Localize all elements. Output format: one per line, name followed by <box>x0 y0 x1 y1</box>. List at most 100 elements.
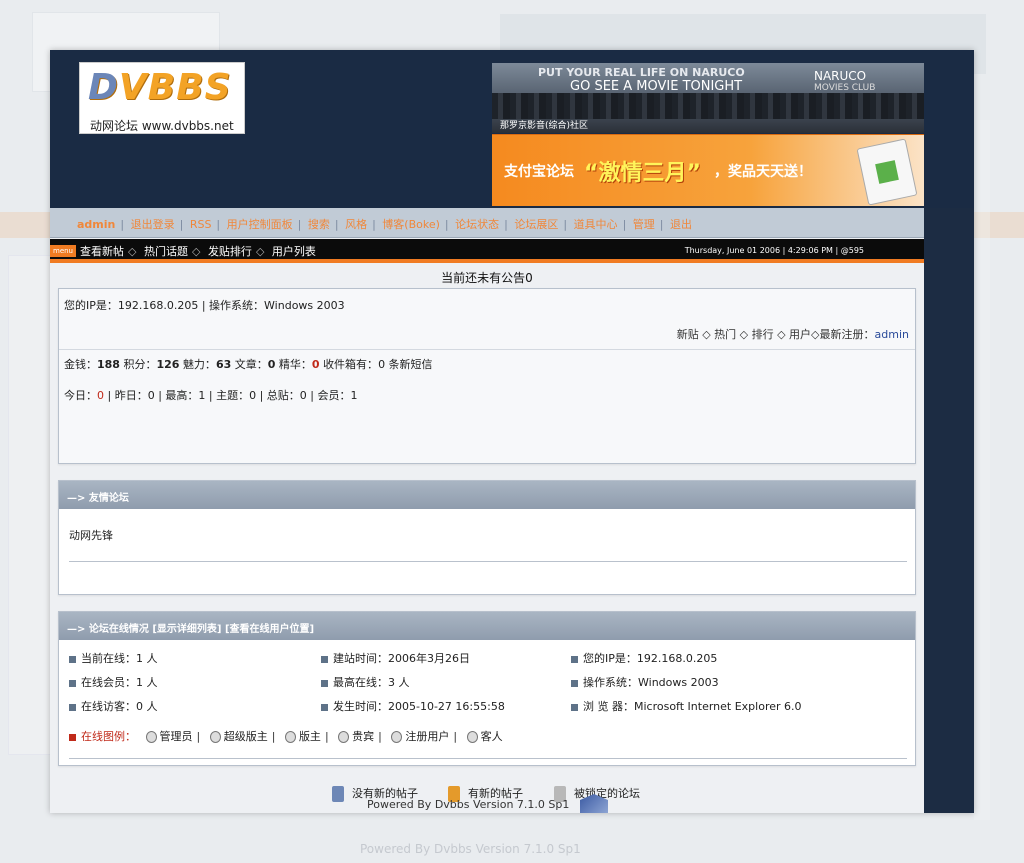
banner-naruco[interactable]: PUT YOUR REAL LIFE ON NARUCO GO SEE A MO… <box>492 63 924 133</box>
vip-icon <box>338 731 350 743</box>
visitor-browser: 浏 览 器：Microsoft Internet Explorer 6.0 <box>571 698 802 714</box>
charm-label: 魅力： <box>182 358 216 371</box>
today-count: 0 <box>97 389 104 402</box>
square-bullet-icon <box>321 679 328 687</box>
banner-alipay-title: “激情三月” <box>584 161 701 186</box>
quick-links-text[interactable]: 新贴 ◇ 热门 ◇ 排行 ◇ 用户◇最新注册： <box>677 328 875 341</box>
legend-registered: 注册用户 <box>405 730 450 743</box>
max-online: 最高在线：3 人 <box>321 674 410 690</box>
nav-control-panel[interactable]: 用户控制面板 <box>227 218 293 231</box>
banner-line1: PUT YOUR REAL LIFE ON NARUCO <box>538 66 745 79</box>
nav-forum-showcase[interactable]: 论坛展区 <box>514 218 558 231</box>
latest-user-link[interactable]: admin <box>875 328 909 341</box>
legend-guest: 客人 <box>480 730 503 743</box>
card-icon <box>856 138 918 206</box>
square-bullet-icon <box>321 703 328 711</box>
logo-caption: 动网论坛 www.dvbbs.net <box>90 119 234 133</box>
top-nav: admin | 退出登录 | RSS | 用户控制面板 | 搜索 | 风格 | 博客(Bok… <box>50 208 924 238</box>
points-label: 积分： <box>123 358 157 371</box>
nav-props-center[interactable]: 道具中心 <box>574 218 618 231</box>
link-user-list[interactable]: 用户列表 <box>272 245 316 258</box>
inbox-label[interactable]: 收件箱有： <box>323 358 378 371</box>
nav-admin[interactable]: admin <box>77 218 115 231</box>
banner-brand-sub: MOVIES CLUB <box>814 83 876 93</box>
right-margin <box>924 208 974 813</box>
banner-alipay-prize: ，奖品天天送！ <box>714 164 812 180</box>
square-bullet-icon <box>571 655 578 663</box>
background-right-ghost <box>974 120 990 820</box>
square-bullet-icon <box>69 733 76 741</box>
nav-exit[interactable]: 退出 <box>670 218 692 231</box>
nav-blog[interactable]: 博客(Boke) <box>382 218 440 231</box>
banner-alipay-forum: 支付宝论坛 <box>504 164 574 180</box>
square-bullet-icon <box>69 679 76 687</box>
background-left-ghost <box>8 255 52 755</box>
diamond-icon: ◇ <box>128 245 137 258</box>
background-footer-text: Powered By Dvbbs Version 7.1.0 Sp1 <box>360 842 581 856</box>
ip-info: 您的IP是：192.168.0.205 | 操作系统：Windows 2003 <box>64 299 345 312</box>
nav-search[interactable]: 搜索 <box>308 218 330 231</box>
banner-community: 那罗京影音(综合)社区 <box>500 121 589 131</box>
super-moderator-icon <box>209 731 221 743</box>
today-label: 今日： <box>64 389 97 402</box>
divider <box>69 758 907 759</box>
legend-vip: 贵宾 <box>352 730 375 743</box>
link-hot-topics[interactable]: 热门话题 <box>144 245 188 258</box>
legend-label: 在线图例： <box>81 730 136 743</box>
forum-stats-rest: | 昨日：0 | 最高：1 | 主题：0 | 总贴：0 | 会员：1 <box>104 389 358 402</box>
friend-links-title: —> 友情论坛 <box>59 481 915 509</box>
visitor-ip: 您的IP是：192.168.0.205 <box>571 650 717 666</box>
powered-by[interactable]: Powered By Dvbbs Version 7.1.0 Sp1 <box>367 798 569 811</box>
no-new-posts-icon <box>332 786 344 802</box>
visitor-os: 操作系统：Windows 2003 <box>571 674 719 690</box>
nav-forum-status[interactable]: 论坛状态 <box>455 218 499 231</box>
online-members: 在线会员：1 人 <box>69 674 158 690</box>
square-bullet-icon <box>571 679 578 687</box>
forum-stats: 今日：0 | 昨日：0 | 最高：1 | 主题：0 | 总贴：0 | 会员：1 <box>64 387 358 403</box>
elite-label: 精华： <box>278 358 312 371</box>
nav-style[interactable]: 风格 <box>345 218 367 231</box>
announcement[interactable]: 当前还未有公告0 <box>50 269 924 287</box>
site-founded: 建站时间：2006年3月26日 <box>321 650 470 666</box>
user-info-panel: 您的IP是：192.168.0.205 | 操作系统：Windows 2003 … <box>58 288 916 464</box>
top-nav-items: admin | 退出登录 | RSS | 用户控制面板 | 搜索 | 风格 | 博客(Bok… <box>77 218 692 231</box>
charm-value: 63 <box>215 358 232 371</box>
inbox-suffix[interactable]: 条新短信 <box>385 358 433 371</box>
diamond-icon: ◇ <box>255 245 265 258</box>
registered-user-icon <box>391 731 403 743</box>
dvbbs-logo[interactable]: DVBBS 动网论坛 www.dvbbs.net <box>79 62 245 134</box>
user-stats: 金钱：188 积分：126 魅力：63 文章：0 精华：0 收件箱有：0 条新短… <box>59 349 915 371</box>
menu-tag[interactable]: menu <box>50 245 76 257</box>
divider <box>69 561 907 562</box>
content-area: admin | 退出登录 | RSS | 用户控制面板 | 搜索 | 风格 | 博客(Bok… <box>50 208 924 813</box>
online-guests: 在线访客：0 人 <box>69 698 158 714</box>
diamond-icon: ◇ <box>191 245 201 258</box>
elite-value: 0 <box>311 358 320 371</box>
friend-link-dvbbs[interactable]: 动网先锋 <box>69 527 113 543</box>
online-status-title[interactable]: —> 论坛在线情况 [显示详细列表] [查看在线用户位置] <box>59 612 915 640</box>
nav-manage[interactable]: 管理 <box>633 218 655 231</box>
admin-user-icon <box>145 731 157 743</box>
header: DVBBS 动网论坛 www.dvbbs.net PUT YOUR REAL L… <box>50 50 974 208</box>
online-legend: 在线图例： 管理员 | 超级版主 | 版主 | 贵宾 | 注册用户 | 客人 <box>69 728 503 744</box>
nav-rss[interactable]: RSS <box>190 218 212 231</box>
moderator-icon <box>284 731 296 743</box>
square-bullet-icon <box>69 703 76 711</box>
banner-line2: GO SEE A MOVIE TONIGHT <box>570 79 743 94</box>
nav-logout-login[interactable]: 退出登录 <box>131 218 175 231</box>
money-label: 金钱： <box>64 358 97 371</box>
legend-moderator: 版主 <box>298 730 321 743</box>
online-current: 当前在线：1 人 <box>69 650 158 666</box>
link-post-ranking[interactable]: 发贴排行 <box>208 245 252 258</box>
inbox-count[interactable]: 0 <box>378 358 385 371</box>
banner-alipay[interactable]: 支付宝论坛 “激情三月” ，奖品天天送！ <box>492 134 924 206</box>
menu-links: 查看新帖 ◇ 热门话题 ◇ 发贴排行 ◇ 用户列表 <box>80 243 316 259</box>
posts-value: 0 <box>267 358 276 371</box>
link-new-posts[interactable]: 查看新帖 <box>80 245 124 258</box>
square-bullet-icon <box>321 655 328 663</box>
posts-label: 文章： <box>234 358 268 371</box>
guest-icon <box>466 731 478 743</box>
legend-admin: 管理员 <box>159 730 193 743</box>
square-bullet-icon <box>571 703 578 711</box>
square-bullet-icon <box>69 655 76 663</box>
